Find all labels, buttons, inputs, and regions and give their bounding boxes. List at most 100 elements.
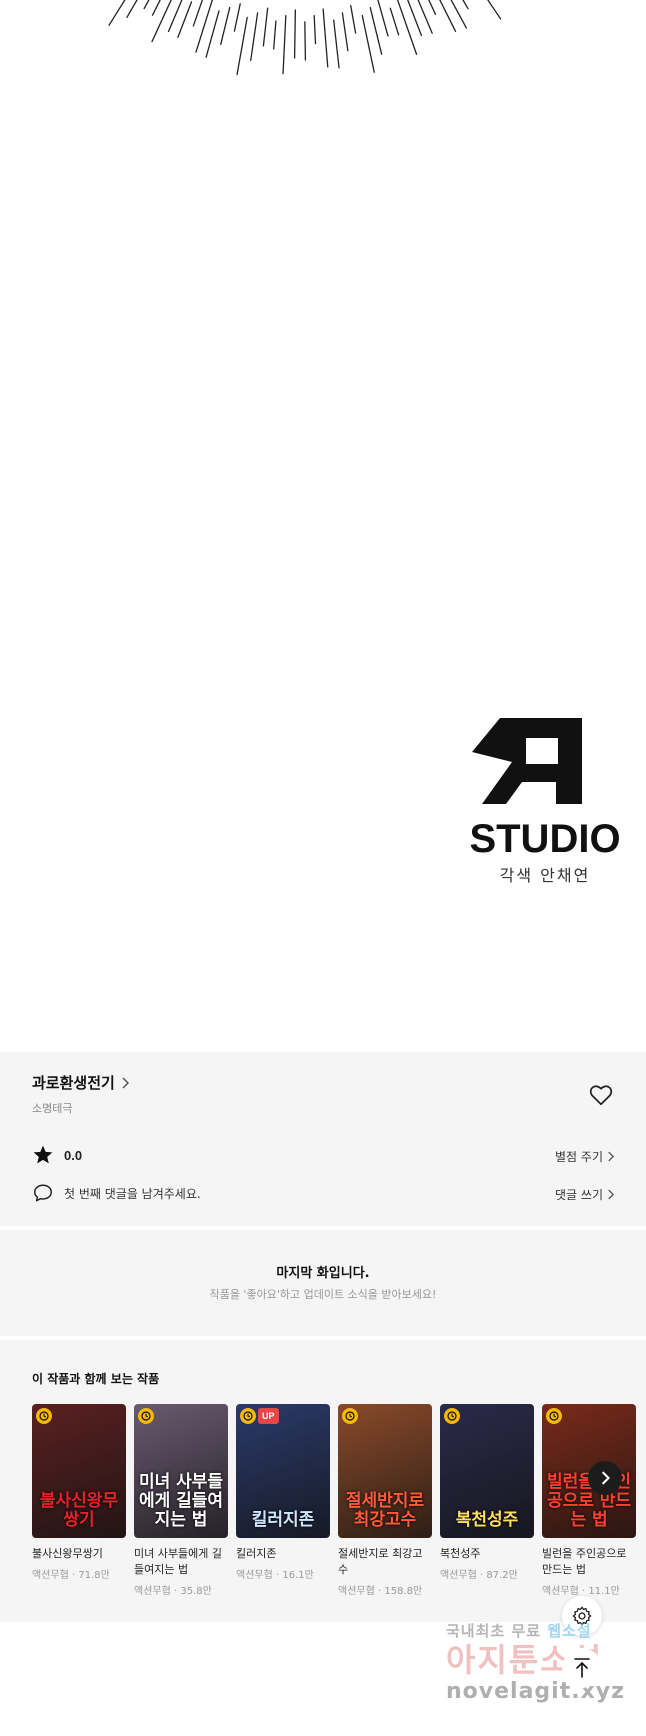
recommendation-meta: 액션무협 · 16.1만 [236,1570,314,1581]
recommendation-title: 빌런을 주인공으로 만드는 법 [542,1547,627,1576]
burst-line [167,0,183,33]
burst-line [361,14,375,73]
watermark-line-1: 국내최초 무료 웹소설 [446,1620,646,1641]
cover-title: 절세반지로 최강고수 [345,1491,425,1530]
recommendation-genre: 액션무협 [338,1586,375,1597]
chevron-right-icon [608,1151,614,1162]
star-icon [33,1145,53,1164]
clock-icon [138,1408,154,1424]
burst-line [192,0,204,27]
series-author: 소명테극 [32,1102,73,1115]
burst-line [322,8,329,68]
watermark-line-1a: 국내최초 무료 [446,1622,548,1640]
recommendation-meta: 액션무협 · 71.8만 [32,1570,110,1581]
recommendation-views: 87.2만 [486,1570,518,1581]
watermark: 국내최초 무료 웹소설 아지툰소설 novelagit.xyz [446,1620,646,1705]
cover-title: 불사신왕무쌍기 [39,1491,119,1530]
recommendation-views: 158.8만 [384,1586,423,1597]
recommendations-heading: 이 작품과 함께 보는 작품 [32,1372,160,1386]
clock-icon [546,1408,562,1424]
burst-line [293,9,297,59]
chevron-right-icon [601,1471,610,1485]
burst-line [377,0,389,37]
burst-line [205,10,220,58]
heart-icon[interactable] [588,1082,614,1108]
burst-line [250,12,259,62]
arrow-up-icon [574,1658,590,1678]
burst-line [350,4,357,34]
recommendation-cover: 절세반지로 최강고수 [338,1404,432,1538]
recommendation-card[interactable]: 빌런을 주인공으로 만드는 법 빌런을 주인공으로 만드는 법 액션무협 · 1… [542,1404,636,1597]
burst-line [282,15,287,75]
rate-button[interactable]: 별점 주기 [555,1148,614,1165]
recommendation-views: 71.8만 [78,1570,110,1581]
burst-line [417,0,433,34]
recommendation-genre: 액션무협 [440,1570,477,1581]
recommendation-genre: 액션무협 [542,1586,579,1597]
recommendation-card[interactable]: 불사신왕무쌍기 불사신왕무쌍기 액션무협 · 71.8만 [32,1404,126,1597]
recommendation-genre: 액션무협 [134,1586,171,1597]
recommendation-cover: UP 킬러지존 [236,1404,330,1538]
recommendations-list: 불사신왕무쌍기 불사신왕무쌍기 액션무협 · 71.8만 미녀 사부들에게 길들… [32,1404,636,1597]
burst-line [220,6,231,46]
burst-line [333,19,340,69]
burst-line [439,0,457,32]
recommendation-card[interactable]: UP 킬러지존 킬러지존 액션무협 · 16.1만 [236,1404,330,1597]
clock-icon [444,1408,460,1424]
chevron-right-icon [608,1189,614,1200]
clock-icon [240,1408,256,1424]
recommendation-card[interactable]: 절세반지로 최강고수 절세반지로 최강고수 액션무협 · 158.8만 [338,1404,432,1597]
episode-artwork: STUDIO 각색 안채연 [0,0,646,1052]
cover-title: 미녀 사부들에게 길들여지는 법 [138,1472,224,1530]
write-comment-button[interactable]: 댓글 쓰기 [555,1186,614,1203]
recommendation-meta: 액션무협 · 158.8만 [338,1586,423,1597]
burst-line [262,7,269,47]
burst-line [487,0,502,20]
recommendation-title: 미녀 사부들에게 길들여지는 법 [134,1547,222,1576]
recommendation-genre: 액션무협 [236,1570,273,1581]
last-episode-subtitle: 작품을 '좋아요'하고 업데이트 소식을 받아보세요! [209,1288,437,1301]
clock-icon [342,1408,358,1424]
comment-row: 첫 번째 댓글을 남겨주세요. [32,1182,201,1204]
recommendation-title: 불사신왕무쌍기 [32,1547,103,1560]
burst-line [428,0,437,15]
recommendation-cover: 복천성주 [440,1404,534,1538]
recommendation-title: 복천성주 [440,1547,481,1560]
watermark-line-3: novelagit.xyz [446,1679,625,1704]
recommendation-title: 절세반지로 최강고수 [338,1547,423,1576]
burst-line [396,0,418,55]
burst-line [369,6,383,55]
studio-wordmark: STUDIO [470,817,620,856]
rating-row: 0.0 [32,1144,82,1166]
recommendation-genre: 액션무협 [32,1570,69,1581]
carousel-next-button[interactable] [588,1461,622,1495]
burst-line [304,21,307,61]
chevron-right-icon [122,1076,129,1089]
series-info-panel: 과로환생전기 소명테극 0.0 별점 주기 첫 번째 댓글을 남겨주세요. 댓글… [0,1052,646,1226]
credits-text: 각색 안채연 [499,866,591,885]
recommendation-card[interactable]: 미녀 사부들에게 길들여지는 법 미녀 사부들에게 길들여지는 법 액션무협 ·… [134,1404,228,1597]
burst-line [389,7,400,36]
up-badge: UP [258,1408,279,1424]
burst-line [407,0,423,37]
last-episode-notice: 마지막 화입니다. 작품을 '좋아요'하고 업데이트 소식을 받아보세요! [0,1230,646,1336]
recommendation-cover: 미녀 사부들에게 길들여지는 법 [134,1404,228,1538]
clock-icon [36,1408,52,1424]
recommendation-cover: 불사신왕무쌍기 [32,1404,126,1538]
rate-button-label: 별점 주기 [555,1150,603,1164]
cover-title: 복천성주 [455,1510,519,1530]
write-comment-label: 댓글 쓰기 [555,1188,603,1202]
series-title-link[interactable]: 과로환생전기 [32,1072,129,1093]
recommendation-card[interactable]: 복천성주 복천성주 액션무협 · 87.2만 [440,1404,534,1597]
recommendation-title: 킬러지존 [236,1547,277,1560]
recommendation-meta: 액션무협 · 11.1만 [542,1586,620,1597]
watermark-line-1b: 웹소설 [547,1622,592,1640]
comment-prompt: 첫 번째 댓글을 남겨주세요. [64,1186,201,1201]
last-episode-title: 마지막 화입니다. [276,1266,370,1281]
recommendation-meta: 액션무협 · 35.8만 [134,1586,212,1597]
recommendation-meta: 액션무협 · 87.2만 [440,1570,518,1581]
recommendation-views: 16.1만 [282,1570,314,1581]
burst-line [273,20,277,50]
scroll-top-button[interactable] [562,1648,602,1688]
cover-title: 킬러지존 [251,1510,315,1530]
